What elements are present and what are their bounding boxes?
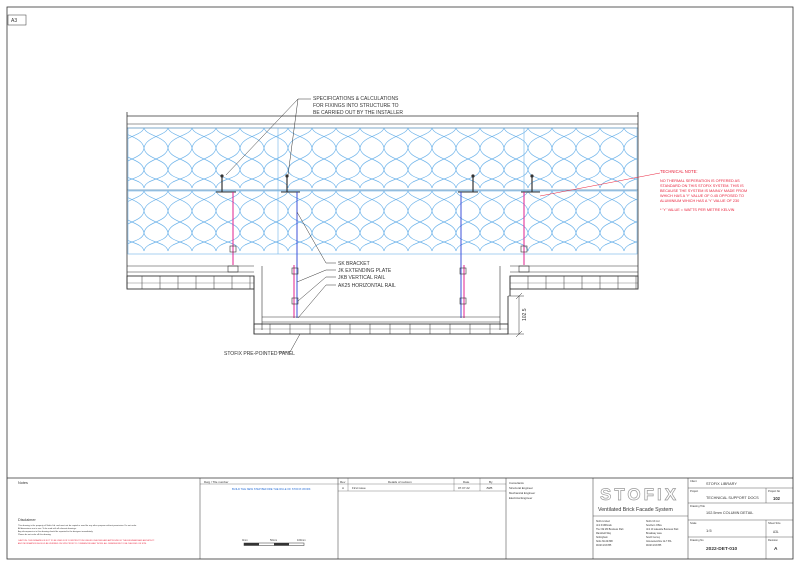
brand-tagline: Ventilated Brick Facade System xyxy=(598,507,673,513)
scale-bar-label-2: 100mm xyxy=(297,538,306,542)
spec-note-line-3: BE CARRIED OUT BY THE INSTALLER xyxy=(313,110,403,116)
contact-right-1: Southern Office xyxy=(646,524,663,527)
disclaimer-line-3: Any discrepancies in this drawing should… xyxy=(18,530,94,533)
dimension-text: 102.5 xyxy=(522,308,528,321)
contact-left-1: Unit 6 Millbrook xyxy=(596,524,613,527)
contact-left-0: Stofix Limited xyxy=(596,520,611,523)
consultants-1: Structural Engineer xyxy=(509,486,533,490)
project-value: TECHNICAL SUPPORT DOCS xyxy=(706,496,759,500)
scale-value: 1:5 xyxy=(706,528,712,533)
extending-plate-label: JK EXTENDING PLATE xyxy=(338,268,392,274)
technical-note-line-4: WHICH HAS A 'Y' VALUE OF 0.45 OPPOSED TO xyxy=(660,194,744,198)
sheet-border xyxy=(6,6,794,560)
technical-note-footnote: * 'Y' VALUE = WATTS PER METRE KELVIN xyxy=(660,208,735,212)
project-label: Project xyxy=(690,489,698,493)
rev-header-date: Date xyxy=(463,480,470,484)
horizontal-rail-label: AK25 HORIZONTAL RAIL xyxy=(338,283,396,289)
technical-note-line-3: BECAUSE THE SYSTEM IS MAINLY MADE FROM xyxy=(660,189,747,193)
project-no-label: Project No xyxy=(768,489,781,493)
rev-header-by: By xyxy=(489,480,493,484)
sheet-value: A3L xyxy=(773,530,779,534)
dwg-title-header: Dwg / Ttle number xyxy=(204,480,228,484)
bracket-label: SK BRACKET xyxy=(338,261,370,267)
warning-line-2: ANY INFORMATION SHOULD BE VERIFIED ON SI… xyxy=(18,542,147,545)
contact-left-5: Notts NG19 8RF xyxy=(596,540,614,543)
notes-label: Notes xyxy=(18,481,28,485)
disclaimer-line-1: This drawing is the property of Stofix L… xyxy=(18,524,137,527)
disclaimer-label: Disclaimer xyxy=(18,518,36,522)
right-panel-run xyxy=(499,265,639,330)
dwg-title-link[interactable]: BUILD THE NEW STEP BEFORE THE RULE OF ST… xyxy=(232,487,311,491)
project-no-value: 102 xyxy=(773,496,781,501)
scale-bar-label-1: 50mm xyxy=(270,538,277,542)
technical-note-title: TECHNICAL NOTE: xyxy=(660,169,698,174)
sheet-label: Sheet Size xyxy=(768,521,781,525)
revision-value: A xyxy=(774,546,778,552)
rev-row-details: First issue xyxy=(352,486,366,490)
insulation-lower xyxy=(127,190,638,255)
contact-right-5: Gloucestershire GL7 5XL xyxy=(646,540,673,543)
spec-note-line-1: SPECIFICATIONS & CALCULATIONS xyxy=(313,96,399,102)
insulation-upper xyxy=(127,127,638,191)
technical-note-line-5: ALUMINIUM WHICH HAS A 'Y' VALUE OF 230 xyxy=(660,199,739,203)
contact-left-2: The Old Mill Business Park xyxy=(596,528,624,531)
warning-line-1: CAUTION: THIS DRAWING IS NOT TO BE USED … xyxy=(18,539,155,542)
contact-left-6: 01623 233 855 xyxy=(596,545,612,547)
rev-header-rev: Rev xyxy=(340,480,346,484)
disclaimer-line-2: All dimensions are in mm. To be read wit… xyxy=(18,527,77,530)
rev-row-rev: A xyxy=(342,486,344,490)
client-label: Client xyxy=(690,479,697,483)
size-tag: A3 xyxy=(11,18,17,24)
technical-note-line-1: NO THERMAL SEPERATION IS OFFERED AS xyxy=(660,179,740,183)
contact-left-4: Nottingham xyxy=(596,536,608,539)
contact-right-3: Broadway Lane xyxy=(646,532,663,535)
rev-row-date: 07.07.22 xyxy=(458,486,470,490)
client-value: STOFIX LIBRARY xyxy=(706,482,737,486)
spec-note-line-2: FOR FIXINGS INTO STRUCTURE TO xyxy=(313,103,399,109)
contact-right-6: 01623 233 855 xyxy=(646,545,662,547)
scale-bar-label-0: 0mm xyxy=(242,538,248,542)
consultants-3: Electrical Engineer xyxy=(509,496,532,500)
contact-right-4: South Cerney xyxy=(646,536,661,539)
consultants-2: Mechanical Engineer xyxy=(509,491,535,495)
rev-header-details: Details of revision xyxy=(388,480,412,484)
contact-right-2: Unit 10 Lakeside Business Park xyxy=(646,528,679,531)
scale-label: Scale xyxy=(690,521,697,525)
stofix-logo: STOFIX xyxy=(600,485,679,504)
vertical-rail-label: JKB VERTICAL RAIL xyxy=(338,275,385,281)
drawing-sheet: A3 102.5 SPECIFICATIONS & CALCULATIONS F… xyxy=(6,6,794,560)
drawing-title-value: 102.5mm COLUMN DETAIL xyxy=(706,511,753,515)
left-panel-run xyxy=(126,265,263,330)
drawing-title-label: Drawing Title xyxy=(690,504,706,508)
contact-left-3: Mansfield Way xyxy=(596,533,612,535)
rev-row-by: JWB xyxy=(486,486,492,490)
spec-note: SPECIFICATIONS & CALCULATIONS FOR FIXING… xyxy=(313,96,403,116)
panel-label: STOFIX PRE-POINTED PANEL xyxy=(224,351,295,357)
contact-right-0: Stofix UK Ltd xyxy=(646,520,660,523)
scale-bar xyxy=(243,542,305,546)
technical-note-line-2: STANDARD ON THIS STOFIX SYSTEM. THIS IS xyxy=(660,184,744,188)
disclaimer-line-4: Please do not scale off this drawing. xyxy=(18,533,52,536)
drawing-no-value: 2022-DET-010 xyxy=(706,546,738,552)
consultants-0: Consultants xyxy=(509,481,524,485)
drawing-no-label: Drawing No xyxy=(690,538,704,542)
revision-label: Revision xyxy=(768,538,779,542)
